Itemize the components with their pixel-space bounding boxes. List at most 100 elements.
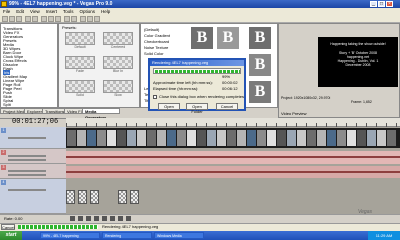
envelope-tool-icon[interactable] (87, 16, 93, 22)
pause-icon[interactable] (102, 216, 107, 221)
edit-tool-icon[interactable] (80, 16, 86, 22)
track-level-slider[interactable] (8, 189, 46, 191)
open-folder-button[interactable]: Open Folder (186, 103, 208, 114)
text-preset-thumbnail[interactable]: B (217, 27, 239, 49)
list-item[interactable]: (Default) (144, 27, 159, 32)
audio-clip[interactable] (66, 166, 400, 178)
taskbar-button[interactable]: Rendering (102, 232, 152, 239)
preset-label: Blur In (112, 69, 124, 73)
video-thumbnail-frame (337, 130, 346, 146)
text-preset-thumbnail[interactable]: B (191, 27, 213, 49)
paste-icon[interactable] (55, 16, 61, 22)
track-header-video[interactable]: 1 (0, 127, 66, 149)
close-button[interactable]: × (386, 1, 393, 7)
play-icon[interactable] (94, 216, 99, 221)
menu-help[interactable]: Help (101, 9, 110, 14)
redo-icon[interactable] (71, 16, 77, 22)
list-item[interactable]: Noise Texture (144, 45, 168, 50)
go-to-end-icon[interactable] (126, 216, 131, 221)
audio-clip[interactable] (66, 151, 400, 164)
minimize-button[interactable]: _ (370, 1, 377, 7)
list-item[interactable]: Split (3, 102, 11, 107)
preset-label: Fade (76, 69, 84, 73)
preset-thumbnail[interactable] (103, 80, 133, 93)
open-project-icon[interactable] (9, 16, 15, 22)
preset-thumbnail[interactable] (65, 80, 95, 93)
list-item[interactable]: Checkerboard (144, 39, 169, 44)
play-from-start-icon[interactable] (86, 216, 91, 221)
menu-insert[interactable]: Insert (46, 9, 57, 14)
maximize-button[interactable]: □ (378, 1, 385, 7)
transitions-list: Transitions Video FX Generators Presets … (0, 23, 58, 108)
track-header-audio[interactable]: 3 (0, 164, 66, 179)
time-left-value: 00:00:02 (222, 80, 238, 85)
list-item[interactable]: Solid Color (144, 51, 164, 56)
start-button[interactable]: start (0, 231, 22, 240)
window-title: 99% - 4EL7 happening.veg * - Vegas Pro 9… (9, 1, 113, 7)
track-level-slider[interactable] (8, 137, 46, 139)
elapsed-label: Elapsed time (hh:mm:ss): (153, 86, 199, 91)
taskbar-button[interactable]: 99% - 4EL7 happening (40, 232, 100, 239)
video-thumbnail-frame (287, 130, 296, 146)
text-preset-thumbnail[interactable]: B (249, 81, 271, 103)
new-project-icon[interactable] (2, 16, 8, 22)
generated-media-clip[interactable] (118, 190, 127, 204)
render-percent: 99% (222, 74, 231, 79)
open-button[interactable]: Open (158, 103, 180, 110)
record-icon[interactable] (70, 216, 75, 221)
video-thumbnail-frame (217, 130, 226, 146)
project-info: Project: 1920x1080x32, 29.970i (281, 96, 331, 100)
preset-thumbnail[interactable] (65, 56, 95, 69)
video-clip[interactable] (66, 128, 400, 148)
preview-text-line: Happening taking the show outside! (330, 42, 386, 46)
loop-icon[interactable] (78, 216, 83, 221)
transport-bar (0, 214, 400, 223)
zoom-tool-icon[interactable] (94, 16, 100, 22)
taskbar-button[interactable]: Windows Media (154, 232, 204, 239)
preset-thumbnail[interactable] (103, 56, 133, 69)
track-number: 4 (1, 180, 6, 185)
preset-thumbnail[interactable] (103, 32, 133, 45)
stop-icon[interactable] (110, 216, 115, 221)
title-bar: 99% - 4EL7 happening.veg * - Vegas Pro 9… (0, 0, 400, 8)
preset-label: Slow (114, 93, 122, 97)
close-when-done-label: Close this dialog box when rendering com… (159, 94, 244, 99)
menu-view[interactable]: View (30, 9, 40, 14)
track-pan-slider[interactable] (8, 159, 46, 161)
preview-screen[interactable]: Happening taking the show outside! Story… (318, 37, 398, 87)
track-header-audio[interactable]: 2 (0, 149, 66, 164)
video-thumbnail-frame (247, 130, 256, 146)
list-item[interactable]: Color Gradient (144, 33, 170, 38)
status-cancel-button[interactable]: Cancel (1, 224, 15, 230)
menu-tools[interactable]: Tools (63, 9, 74, 14)
track-volume-slider[interactable] (8, 170, 46, 172)
cancel-render-button[interactable]: Cancel (216, 103, 238, 110)
properties-icon[interactable] (25, 16, 31, 22)
undo-icon[interactable] (64, 16, 70, 22)
video-thumbnail-frame (367, 130, 376, 146)
go-to-start-icon[interactable] (118, 216, 123, 221)
close-when-done-checkbox[interactable] (153, 95, 157, 99)
preset-thumbnail[interactable] (65, 32, 95, 45)
menu-file[interactable]: File (3, 9, 10, 14)
track-pan-slider[interactable] (8, 174, 46, 176)
render-as-icon[interactable] (32, 16, 38, 22)
video-thumbnail-frame (277, 130, 286, 146)
track-header-video[interactable]: 4 (0, 179, 66, 214)
timeline-ruler[interactable] (66, 118, 400, 127)
track-volume-slider[interactable] (8, 155, 46, 157)
copy-icon[interactable] (48, 16, 54, 22)
generated-media-clip[interactable] (130, 190, 139, 204)
preset-label: Solid (76, 93, 84, 97)
video-thumbnail-frame (167, 130, 176, 146)
generated-media-clip[interactable] (78, 190, 87, 204)
text-preset-thumbnail[interactable]: B (249, 54, 271, 76)
generated-media-clip[interactable] (90, 190, 99, 204)
menu-options[interactable]: Options (80, 9, 96, 14)
menu-edit[interactable]: Edit (16, 9, 24, 14)
text-preset-thumbnail[interactable]: B (249, 27, 271, 49)
cut-icon[interactable] (41, 16, 47, 22)
save-project-icon[interactable] (16, 16, 22, 22)
generated-media-clip[interactable] (66, 190, 75, 204)
tab-media-generators[interactable]: Media Generators (82, 108, 120, 120)
